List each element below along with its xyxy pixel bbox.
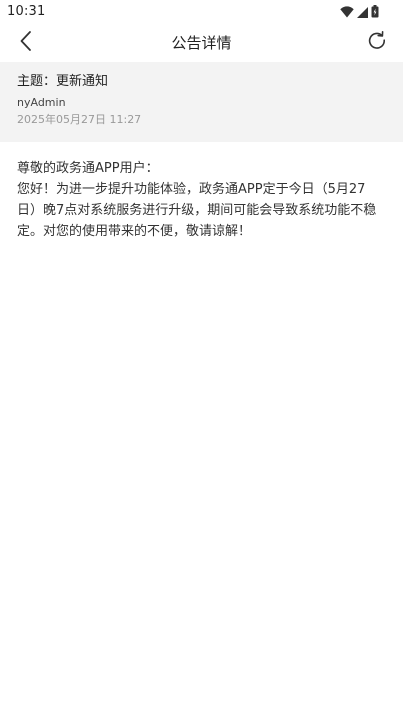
notice-subject: 主题：更新通知 — [17, 74, 109, 89]
wifi-icon — [340, 3, 354, 22]
notice-header: 主题：更新通知 nyAdmin 2025年05月27日 11:27 — [0, 62, 403, 142]
notice-greeting: 尊敬的政务通APP用户： — [17, 161, 159, 176]
notice-author: nyAdmin — [17, 96, 66, 109]
refresh-button[interactable] — [365, 30, 389, 56]
signal-icon — [357, 3, 368, 22]
nav-bar: 公告详情 — [0, 24, 403, 62]
notice-content: 尊敬的政务通APP用户： 您好！为进一步提升功能体验，政务通APP定于今日（5月… — [17, 158, 379, 242]
page-title: 公告详情 — [171, 34, 232, 52]
refresh-icon — [367, 31, 387, 55]
status-bar: 10:31 — [0, 0, 403, 24]
status-icons — [340, 3, 379, 22]
battery-icon — [371, 3, 379, 22]
status-time: 10:31 — [7, 4, 46, 19]
notice-date: 2025年05月27日 11:27 — [17, 113, 142, 126]
notice-body: 您好！为进一步提升功能体验，政务通APP定于今日（5月27日）晚7点对系统服务进… — [17, 182, 377, 239]
